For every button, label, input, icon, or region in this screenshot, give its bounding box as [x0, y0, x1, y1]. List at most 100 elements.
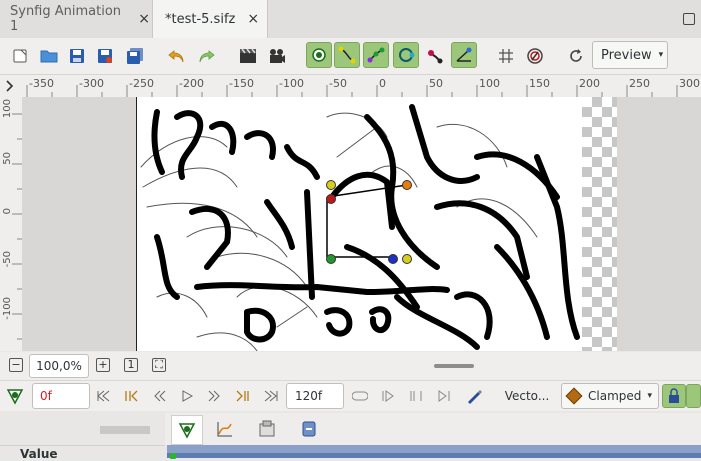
time-cursor[interactable] [170, 453, 176, 459]
toggle-tangent-handles-icon[interactable] [334, 42, 360, 68]
zoom-bar: − 100,0% + 1 ⛶ [0, 352, 701, 380]
chevron-down-icon: ▾ [647, 391, 652, 401]
next-keyframe-icon[interactable] [234, 387, 252, 405]
zoom-input[interactable]: 100,0% [29, 354, 89, 378]
undo-icon[interactable] [166, 45, 188, 67]
bounds-lower-icon[interactable] [407, 387, 425, 405]
refresh-icon[interactable] [565, 45, 587, 67]
time-bar: 0f 120f Vecto... Clamped ▾ [0, 380, 701, 412]
ruler-label: 300 [679, 77, 700, 90]
zoom-fit-button[interactable]: ⛶ [152, 358, 166, 372]
main-toolbar: Preview ▾ [0, 38, 701, 75]
curves-icon [217, 422, 232, 437]
save-icon[interactable] [66, 45, 88, 67]
timeline-track[interactable] [167, 445, 701, 458]
params-panel: Value [0, 411, 701, 461]
horizontal-scrollbar[interactable] [434, 364, 474, 368]
ruler-label: -300 [79, 77, 104, 90]
library-icon [259, 420, 275, 437]
draw-tool-icon[interactable] [465, 387, 483, 405]
bounds-upper-icon[interactable] [435, 387, 453, 405]
ruler-label: -100 [2, 297, 13, 320]
loop-icon[interactable] [351, 387, 369, 405]
save-as-icon[interactable] [94, 45, 116, 67]
toggle-bone-handles-icon[interactable] [424, 45, 446, 67]
redo-icon[interactable] [195, 45, 217, 67]
zoom-100-button[interactable]: 1 [124, 358, 138, 372]
toggle-position-handles-icon[interactable] [306, 42, 332, 68]
ruler-label: 100 [2, 99, 13, 119]
chevron-down-icon: ▾ [658, 50, 664, 60]
zoom-in-button[interactable]: + [96, 358, 110, 372]
ruler-label: -50 [2, 251, 13, 268]
end-time-input[interactable]: 120f [286, 383, 344, 409]
ruler-corner[interactable] [0, 75, 22, 97]
seek-begin-icon[interactable] [94, 387, 112, 405]
save-all-icon[interactable] [124, 45, 146, 67]
toggle-angle-handles-icon[interactable] [451, 42, 477, 68]
play-bounds-icon[interactable] [379, 387, 397, 405]
tab-sound[interactable] [297, 417, 321, 441]
params-icon [178, 423, 196, 439]
ruler-label: 150 [529, 77, 550, 90]
vertical-ruler[interactable]: 100 50 0 -50 -100 [0, 97, 23, 351]
ruler-label: 250 [629, 77, 650, 90]
interpolation-diamond-icon [565, 387, 583, 405]
interpolation-label: Clamped [588, 389, 642, 403]
ruler-label: 50 [429, 77, 443, 90]
ruler-label: 0 [379, 77, 386, 90]
prev-keyframe-icon[interactable] [122, 387, 140, 405]
tab-curves[interactable] [213, 417, 237, 441]
lock-future-keyframes-icon[interactable] [686, 384, 701, 408]
ruler-label: 0 [2, 208, 13, 215]
toggle-radius-handles-icon[interactable] [393, 42, 419, 68]
preview-icon[interactable] [266, 45, 288, 67]
close-icon[interactable]: × [247, 11, 259, 27]
close-icon[interactable]: × [138, 11, 150, 27]
tab-params[interactable] [171, 415, 203, 445]
open-file-icon[interactable] [38, 45, 60, 67]
render-mode-dropdown[interactable]: Preview ▾ [592, 41, 668, 69]
toggle-width-handles-icon[interactable] [363, 42, 389, 68]
tab-label: *test-5.sifz [165, 11, 236, 27]
grid-icon[interactable] [495, 45, 517, 67]
prev-frame-icon[interactable] [150, 387, 168, 405]
render-mode-label: Preview [601, 47, 652, 63]
next-frame-icon[interactable] [206, 387, 224, 405]
new-file-icon[interactable] [9, 45, 31, 67]
tab-library[interactable] [255, 417, 279, 441]
canvas-workarea[interactable] [22, 97, 701, 351]
value-column-header: Value [20, 447, 58, 461]
play-icon[interactable] [178, 387, 196, 405]
onion-skin-icon[interactable] [524, 45, 546, 67]
ruler-label: -100 [279, 77, 304, 90]
ruler-label: 50 [2, 152, 13, 165]
chevron-right-icon [6, 80, 14, 92]
sound-icon [302, 421, 316, 437]
panel-tab-bar [165, 413, 701, 445]
ruler-label: -200 [179, 77, 204, 90]
ruler-label: -350 [29, 77, 54, 90]
panel-handle-icon[interactable] [100, 421, 150, 439]
vectorization-mode-label[interactable]: Vecto... [498, 383, 556, 409]
ruler-label: -250 [129, 77, 154, 90]
tab-test-5-sifz[interactable]: *test-5.sifz × [152, 0, 268, 39]
document-tab-bar: Synfig Animation 1 × *test-5.sifz × [0, 0, 701, 39]
tab-menu-icon[interactable] [683, 13, 695, 25]
zoom-out-button[interactable]: − [9, 358, 23, 372]
horizontal-ruler[interactable]: -350 -300 -250 -200 -150 -100 -50 0 50 1… [22, 75, 701, 98]
timeline-ruler [167, 453, 701, 458]
transparent-area [582, 97, 617, 351]
drawing-canvas[interactable] [136, 97, 584, 351]
ruler-label: -150 [229, 77, 254, 90]
divider [0, 445, 165, 446]
current-time-input[interactable]: 0f [32, 383, 90, 409]
tab-synfig-animation-1[interactable]: Synfig Animation 1 × [0, 0, 150, 38]
animation-mode-icon[interactable] [6, 387, 24, 408]
interpolation-dropdown[interactable]: Clamped ▾ [561, 383, 659, 409]
sketch-artwork [140, 104, 580, 351]
render-icon[interactable] [237, 45, 259, 67]
lock-past-keyframes-icon[interactable] [662, 384, 686, 408]
ruler-label: 200 [579, 77, 600, 90]
seek-end-icon[interactable] [262, 387, 280, 405]
